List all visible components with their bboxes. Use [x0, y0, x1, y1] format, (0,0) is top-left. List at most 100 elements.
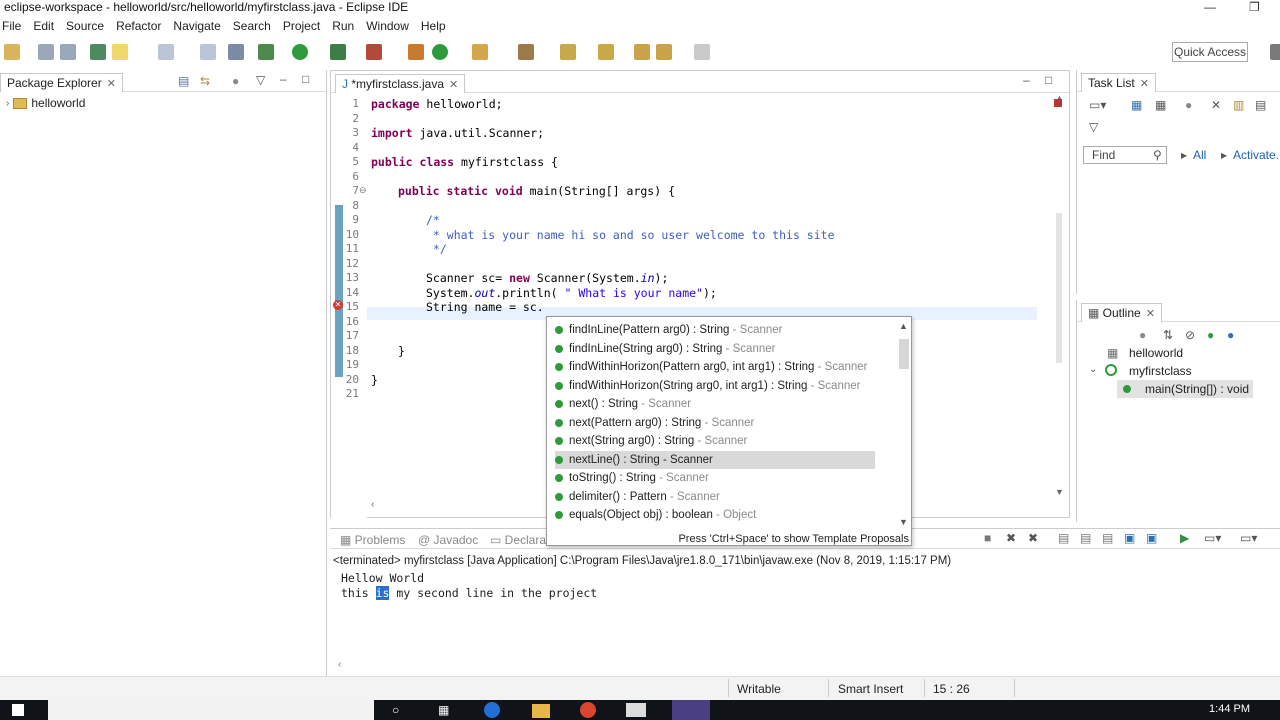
proposal-item[interactable]: equals(Object obj) : boolean - Object — [555, 506, 875, 524]
focus-active-icon[interactable]: ▥ — [1233, 98, 1244, 112]
debug-perspective-icon[interactable] — [90, 44, 106, 60]
collapse-all-icon[interactable]: ✕ — [1211, 98, 1221, 112]
quick-access-field[interactable]: Quick Access — [1172, 42, 1248, 62]
tab-task-list[interactable]: Task List ✕ — [1081, 73, 1156, 92]
menu-edit[interactable]: Edit — [33, 19, 62, 33]
error-overview-marker[interactable] — [1054, 99, 1062, 107]
minimize-view-icon[interactable]: – — [280, 72, 287, 86]
proposal-item[interactable]: findWithinHorizon(String arg0, int arg1)… — [555, 377, 875, 395]
outline-method-selected[interactable]: main(String[]) : void — [1117, 380, 1253, 398]
new-icon[interactable] — [4, 44, 20, 60]
activate-task-link[interactable]: Activate... — [1233, 148, 1280, 162]
tab-outline[interactable]: ▦ Outline ✕ — [1081, 303, 1162, 322]
forward-icon[interactable] — [694, 44, 710, 60]
new-java-class-icon[interactable] — [432, 44, 448, 60]
chevron-right-icon[interactable]: › — [6, 98, 9, 109]
chrome-icon[interactable] — [580, 702, 596, 718]
maximize-editor-icon[interactable]: □ — [1045, 73, 1052, 87]
cortana-icon[interactable]: ○ — [392, 703, 399, 717]
proposal-item[interactable]: delimiter() : Pattern - Scanner — [555, 488, 875, 506]
menu-help[interactable]: Help — [421, 19, 454, 33]
terminate-icon[interactable]: ■ — [984, 531, 991, 545]
proposal-item[interactable]: findWithinHorizon(Pattern arg0, int arg1… — [555, 358, 875, 376]
maximize-view-icon[interactable]: □ — [302, 72, 309, 86]
open-console-icon[interactable]: ▶ — [1180, 531, 1189, 545]
back-icon[interactable] — [656, 44, 672, 60]
edge-icon[interactable] — [484, 702, 500, 718]
error-marker-icon[interactable]: ✕ — [333, 300, 343, 310]
run-icon[interactable] — [292, 44, 308, 60]
menu-run[interactable]: Run — [332, 19, 362, 33]
toggle-block-selection-icon[interactable] — [158, 44, 174, 60]
new-java-package-icon[interactable] — [408, 44, 424, 60]
more-icon[interactable]: ▤ — [1255, 98, 1266, 112]
hide-local-types-icon[interactable]: ● — [1227, 328, 1234, 342]
scroll-down-icon[interactable]: ▼ — [899, 517, 908, 527]
menu-window[interactable]: Window — [366, 19, 417, 33]
scroll-thumb[interactable] — [1056, 213, 1062, 363]
hide-static-icon[interactable]: ⊘ — [1185, 328, 1195, 342]
scroll-thumb[interactable] — [899, 339, 909, 369]
proposal-item[interactable]: findInLine(String arg0) : String - Scann… — [555, 340, 875, 358]
pin-console-icon[interactable]: ▣ — [1124, 531, 1135, 545]
view-menu-icon[interactable]: ▽ — [256, 73, 265, 87]
proposal-item-selected[interactable]: nextLine() : String - Scanner — [555, 450, 875, 469]
toggle-mark-occurrences-icon[interactable] — [112, 44, 128, 60]
close-icon[interactable]: ✕ — [107, 78, 116, 90]
close-icon[interactable]: ✕ — [1146, 308, 1155, 320]
maximize-button[interactable]: ❐ — [1249, 0, 1260, 14]
app-icon[interactable] — [626, 703, 646, 717]
tab-myfirstclass-java[interactable]: J *myfirstclass.java ✕ — [335, 74, 466, 93]
external-tools-icon[interactable] — [366, 44, 382, 60]
collapse-all-icon[interactable]: ▤ — [178, 74, 189, 88]
scroll-down-icon[interactable]: ▼ — [1055, 487, 1064, 497]
proposal-item[interactable]: findInLine(Pattern arg0) : String - Scan… — [555, 321, 875, 339]
link-with-editor-icon[interactable]: ⇆ — [200, 74, 210, 88]
view-menu-icon[interactable]: ▽ — [1089, 120, 1098, 134]
menu-search[interactable]: Search — [233, 19, 279, 33]
menu-file[interactable]: File — [2, 19, 29, 33]
proposal-scrollbar[interactable]: ▲ ▼ — [899, 321, 909, 531]
previous-annotation-icon[interactable] — [598, 44, 614, 60]
tab-javadoc[interactable]: @ Javadoc — [412, 531, 484, 550]
search-box[interactable] — [48, 700, 374, 720]
menu-refactor[interactable]: Refactor — [116, 19, 169, 33]
task-view-icon[interactable]: ▦ — [438, 703, 449, 717]
close-icon[interactable]: ✕ — [1140, 78, 1149, 90]
show-console-icon[interactable]: ▣ — [1146, 531, 1157, 545]
scroll-left-icon[interactable]: ‹ — [338, 659, 341, 670]
remove-all-terminated-icon[interactable]: ✖ — [1028, 531, 1038, 545]
coverage-icon[interactable] — [330, 44, 346, 60]
minimize-editor-icon[interactable]: – — [1023, 73, 1030, 87]
hide-fields-icon[interactable]: ● — [1139, 328, 1146, 342]
clear-console-icon[interactable]: ▤ — [1102, 531, 1113, 545]
open-type-icon[interactable] — [472, 44, 488, 60]
display-selected-console-icon[interactable]: ▭▾ — [1204, 531, 1221, 545]
menu-project[interactable]: Project — [283, 19, 328, 33]
hide-completed-icon[interactable]: ● — [1185, 98, 1192, 112]
chevron-down-icon[interactable]: ⌄ — [1089, 364, 1097, 375]
tree-item-project[interactable]: › helloworld — [6, 96, 85, 110]
outline-package[interactable]: helloworld — [1129, 346, 1183, 360]
sort-icon[interactable]: ⇅ — [1163, 328, 1173, 342]
windows-start-icon[interactable] — [12, 704, 24, 716]
close-icon[interactable]: ✕ — [449, 79, 458, 91]
show-whitespace-icon[interactable] — [200, 44, 216, 60]
proposal-item[interactable]: next(String arg0) : String - Scanner — [555, 432, 875, 450]
hide-nonpublic-icon[interactable]: ● — [1207, 328, 1214, 342]
scroll-lock-icon[interactable]: ▤ — [1058, 531, 1069, 545]
proposal-item[interactable]: next(Pattern arg0) : String - Scanner — [555, 414, 875, 432]
skip-breakpoints-icon[interactable] — [228, 44, 244, 60]
search-icon[interactable] — [518, 44, 534, 60]
all-tasks-link[interactable]: All — [1193, 148, 1206, 162]
debug-icon[interactable] — [258, 44, 274, 60]
scheduled-icon[interactable]: ▦ — [1155, 98, 1166, 112]
minimize-button[interactable]: — — [1204, 0, 1216, 14]
menu-navigate[interactable]: Navigate — [173, 19, 228, 33]
outline-class[interactable]: myfirstclass — [1129, 364, 1192, 378]
remove-launch-icon[interactable]: ✖ — [1006, 531, 1016, 545]
file-explorer-icon[interactable] — [532, 704, 550, 718]
tab-problems[interactable]: ▦ Problems — [334, 531, 411, 550]
save-icon[interactable] — [38, 44, 54, 60]
open-perspective-icon[interactable] — [1270, 44, 1280, 60]
